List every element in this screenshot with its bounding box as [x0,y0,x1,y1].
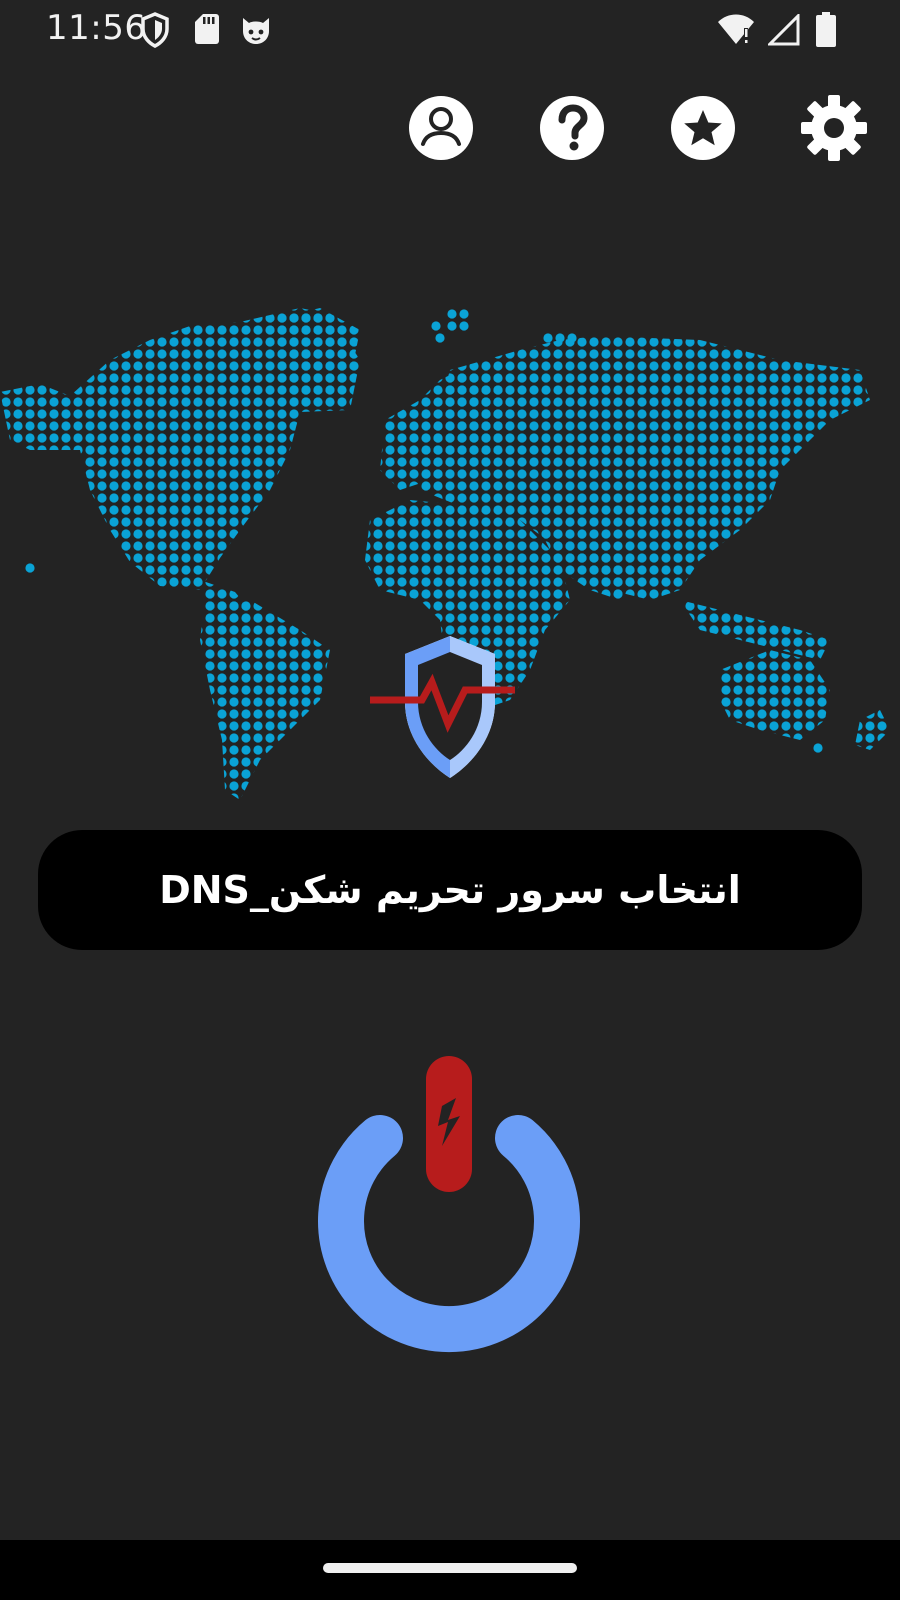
wifi-alert-icon [718,14,754,44]
server-select-button[interactable]: انتخاب سرور تحریم شکن_DNS [38,830,862,950]
status-bar: 11:56 [0,0,900,62]
settings-gear-icon[interactable] [801,95,867,161]
home-indicator[interactable] [323,1563,577,1573]
battery-icon [816,12,836,47]
shield-pulse-logo [370,636,515,778]
power-button[interactable] [310,1050,590,1370]
cellular-signal-icon [768,14,800,46]
shield-status-icon [141,12,169,48]
help-icon[interactable] [539,95,605,161]
app-screen: 11:56 انتخاب سرور تحریم شکن_DNS [0,0,900,1600]
server-select-label: انتخاب سرور تحریم شکن_DNS [159,868,741,912]
status-time: 11:56 [46,8,147,48]
navigation-bar [0,1540,900,1600]
cat-app-icon [243,18,269,44]
account-icon[interactable] [408,95,474,161]
sd-card-icon [195,14,219,44]
rate-star-icon[interactable] [670,95,736,161]
